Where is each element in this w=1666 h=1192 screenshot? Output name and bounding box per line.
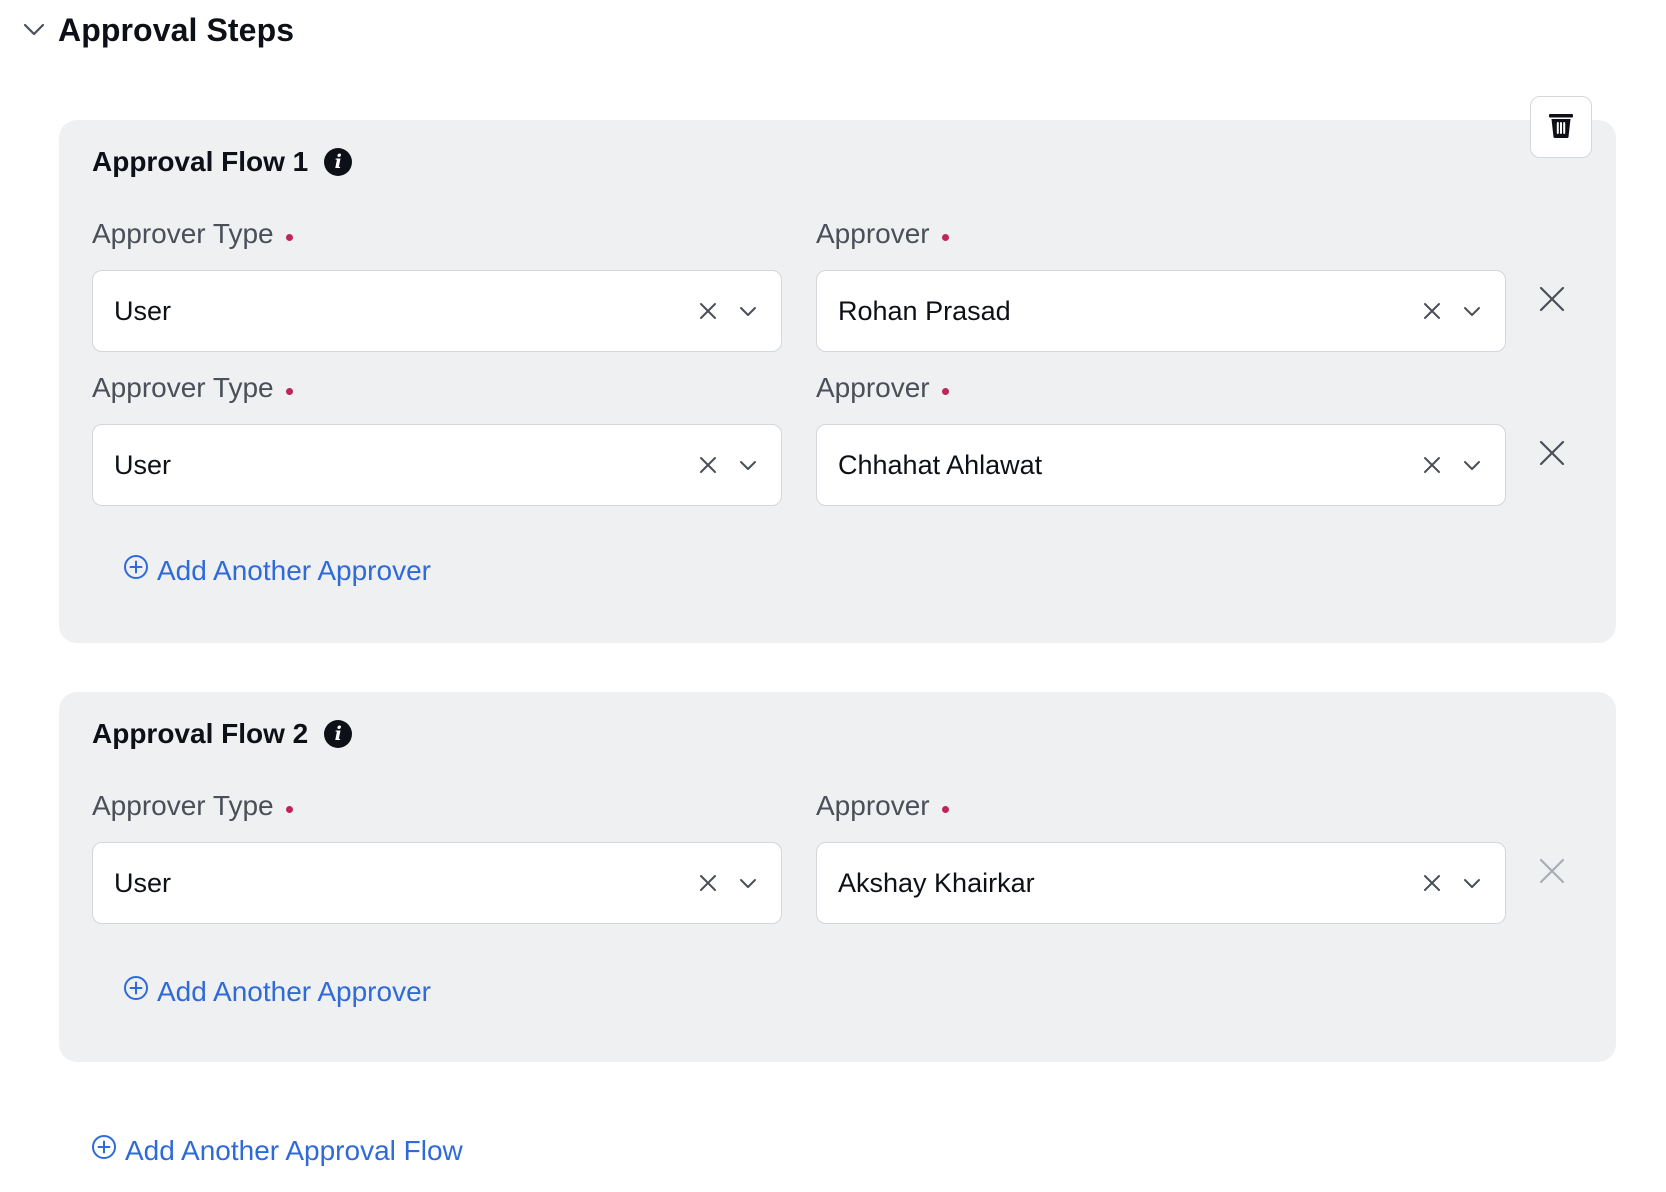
add-approval-flow-label: Add Another Approval Flow bbox=[125, 1134, 463, 1166]
required-indicator bbox=[941, 387, 949, 395]
approver-type-select[interactable]: User bbox=[92, 424, 782, 506]
approver-label-text: Approver bbox=[816, 372, 930, 403]
close-icon bbox=[1538, 285, 1566, 318]
section-header: Approval Steps bbox=[20, 8, 294, 52]
approver-type-label-text: Approver Type bbox=[92, 218, 274, 249]
chevron-down-icon[interactable] bbox=[733, 296, 763, 326]
approver-type-value: User bbox=[114, 867, 172, 898]
approver-select[interactable]: Akshay Khairkar bbox=[816, 842, 1506, 924]
approver-type-label-text: Approver Type bbox=[92, 372, 274, 403]
clear-x-icon[interactable] bbox=[1417, 296, 1447, 326]
approver-value: Chhahat Ahlawat bbox=[838, 449, 1043, 480]
plus-circle-icon bbox=[123, 554, 157, 587]
approver-select[interactable]: Rohan Prasad bbox=[816, 270, 1506, 352]
clear-x-icon[interactable] bbox=[1417, 450, 1447, 480]
add-approver-button[interactable]: Add Another Approver bbox=[123, 554, 431, 587]
approver-type-label-text: Approver Type bbox=[92, 790, 274, 821]
approver-type-label: Approver Type bbox=[92, 790, 293, 822]
approval-flow-card: Approval Flow 2 i Approver Type User App… bbox=[59, 692, 1616, 1062]
required-indicator bbox=[941, 805, 949, 813]
remove-approver-button[interactable] bbox=[1534, 437, 1570, 473]
chevron-down-icon[interactable] bbox=[1457, 296, 1487, 326]
add-approver-label: Add Another Approver bbox=[157, 975, 431, 1007]
flow-title: Approval Flow 2 bbox=[92, 718, 309, 749]
remove-approver-button bbox=[1534, 855, 1570, 891]
approver-label-text: Approver bbox=[816, 218, 930, 249]
chevron-down-icon[interactable] bbox=[1457, 868, 1487, 898]
flow-title-row: Approval Flow 2 i bbox=[92, 718, 353, 750]
required-indicator bbox=[285, 805, 293, 813]
clear-x-icon[interactable] bbox=[1417, 868, 1447, 898]
approver-label-text: Approver bbox=[816, 790, 930, 821]
approver-type-value: User bbox=[114, 295, 172, 326]
flow-title: Approval Flow 1 bbox=[92, 146, 309, 177]
approver-value: Akshay Khairkar bbox=[838, 867, 1035, 898]
approver-label: Approver bbox=[816, 218, 949, 250]
required-indicator bbox=[285, 233, 293, 241]
close-icon bbox=[1538, 857, 1566, 890]
approval-steps-page: Approval Steps Approval Flow 1 i Approve… bbox=[0, 0, 1666, 1192]
add-approval-flow-button[interactable]: Add Another Approval Flow bbox=[91, 1134, 463, 1167]
section-title: Approval Steps bbox=[58, 11, 295, 48]
approval-flow-card: Approval Flow 1 i Approver Type User App… bbox=[59, 96, 1616, 643]
approver-type-select[interactable]: User bbox=[92, 270, 782, 352]
info-icon[interactable]: i bbox=[324, 720, 353, 748]
clear-x-icon[interactable] bbox=[693, 296, 723, 326]
approver-value: Rohan Prasad bbox=[838, 295, 1011, 326]
add-approver-button[interactable]: Add Another Approver bbox=[123, 975, 431, 1008]
approver-type-value: User bbox=[114, 449, 172, 480]
chevron-down-icon[interactable] bbox=[20, 16, 48, 44]
chevron-down-icon[interactable] bbox=[1457, 450, 1487, 480]
remove-approver-button[interactable] bbox=[1534, 283, 1570, 319]
clear-x-icon[interactable] bbox=[693, 868, 723, 898]
approver-select[interactable]: Chhahat Ahlawat bbox=[816, 424, 1506, 506]
approver-label: Approver bbox=[816, 790, 949, 822]
close-icon bbox=[1538, 439, 1566, 472]
chevron-down-icon[interactable] bbox=[733, 450, 763, 480]
plus-circle-icon bbox=[91, 1134, 125, 1167]
clear-x-icon[interactable] bbox=[693, 450, 723, 480]
required-indicator bbox=[285, 387, 293, 395]
chevron-down-icon[interactable] bbox=[733, 868, 763, 898]
approver-label: Approver bbox=[816, 372, 949, 404]
add-approver-label: Add Another Approver bbox=[157, 554, 431, 586]
required-indicator bbox=[941, 233, 949, 241]
approver-type-select[interactable]: User bbox=[92, 842, 782, 924]
flow-title-row: Approval Flow 1 i bbox=[92, 146, 353, 178]
plus-circle-icon bbox=[123, 975, 157, 1008]
delete-flow-button[interactable] bbox=[1530, 96, 1592, 158]
approver-type-label: Approver Type bbox=[92, 218, 293, 250]
info-icon[interactable]: i bbox=[324, 148, 353, 176]
trash-icon bbox=[1548, 111, 1574, 144]
approver-type-label: Approver Type bbox=[92, 372, 293, 404]
